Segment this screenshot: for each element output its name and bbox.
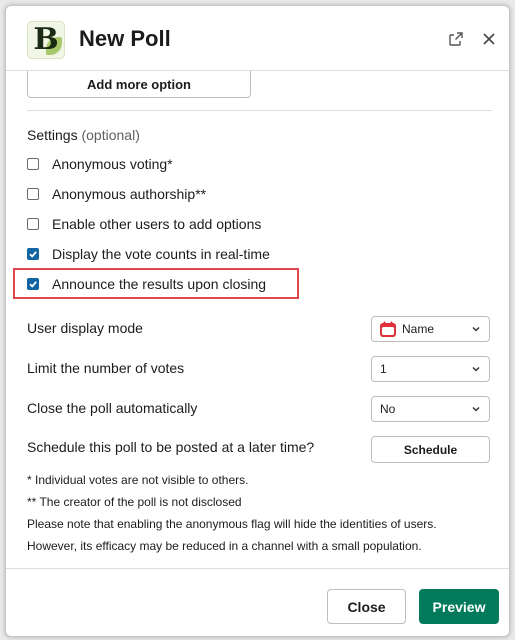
checkbox-label: Display the vote counts in real-time <box>52 246 270 262</box>
modal-header: B New Poll <box>6 6 509 71</box>
close-automatically-label: Close the poll automatically <box>27 400 198 416</box>
checkbox-label: Enable other users to add options <box>52 216 262 232</box>
checkbox-label: Anonymous voting* <box>52 156 173 172</box>
poll-modal: B New Poll Add more option Settings (opt… <box>5 5 510 637</box>
app-logo: B <box>27 21 65 59</box>
select-value: Name <box>402 322 435 336</box>
note-text: ** The creator of the poll is not disclo… <box>27 495 242 509</box>
note-text: * Individual votes are not visible to ot… <box>27 473 249 487</box>
checkbox-display-vote-counts[interactable]: Display the vote counts in real-time <box>27 243 270 265</box>
chevron-down-icon <box>472 326 480 332</box>
note-text: Please note that enabling the anonymous … <box>27 517 437 531</box>
close-button[interactable]: Close <box>327 589 406 624</box>
checkbox-box[interactable] <box>27 158 39 170</box>
settings-heading-text: Settings <box>27 127 78 143</box>
limit-votes-label: Limit the number of votes <box>27 360 185 376</box>
modal-body[interactable]: Add more option Settings (optional) Anon… <box>6 71 509 568</box>
note-text: However, its efficacy may be reduced in … <box>27 539 422 553</box>
checkbox-box[interactable] <box>27 188 39 200</box>
chevron-down-icon <box>472 366 480 372</box>
chevron-down-icon <box>472 406 480 412</box>
checkbox-box-checked[interactable] <box>27 248 39 260</box>
add-more-option-button[interactable]: Add more option <box>27 71 251 98</box>
user-display-mode-label: User display mode <box>27 320 143 336</box>
select-value: 1 <box>380 362 387 376</box>
app-logo-letter: B <box>33 22 59 57</box>
checkbox-enable-add-options[interactable]: Enable other users to add options <box>27 213 261 235</box>
checkbox-anonymous-voting[interactable]: Anonymous voting* <box>27 153 173 175</box>
user-display-mode-select[interactable]: Name <box>371 316 490 342</box>
preview-button[interactable]: Preview <box>419 589 499 624</box>
close-automatically-select[interactable]: No <box>371 396 490 422</box>
select-value: No <box>380 402 396 416</box>
settings-heading: Settings (optional) <box>27 127 140 143</box>
divider <box>27 110 492 111</box>
schedule-label: Schedule this poll to be posted at a lat… <box>27 439 315 455</box>
checkbox-label: Anonymous authorship** <box>52 186 207 202</box>
checkbox-box[interactable] <box>27 218 39 230</box>
calendar-icon <box>380 321 396 337</box>
schedule-button[interactable]: Schedule <box>371 436 490 463</box>
checkbox-anonymous-authorship[interactable]: Anonymous authorship** <box>27 183 206 205</box>
close-icon[interactable] <box>480 30 498 48</box>
modal-title: New Poll <box>79 26 171 51</box>
highlight-box <box>13 268 299 299</box>
external-link-icon[interactable] <box>447 30 465 48</box>
modal-footer: Close Preview <box>6 568 509 636</box>
settings-optional-text: (optional) <box>81 127 140 143</box>
limit-votes-select[interactable]: 1 <box>371 356 490 382</box>
